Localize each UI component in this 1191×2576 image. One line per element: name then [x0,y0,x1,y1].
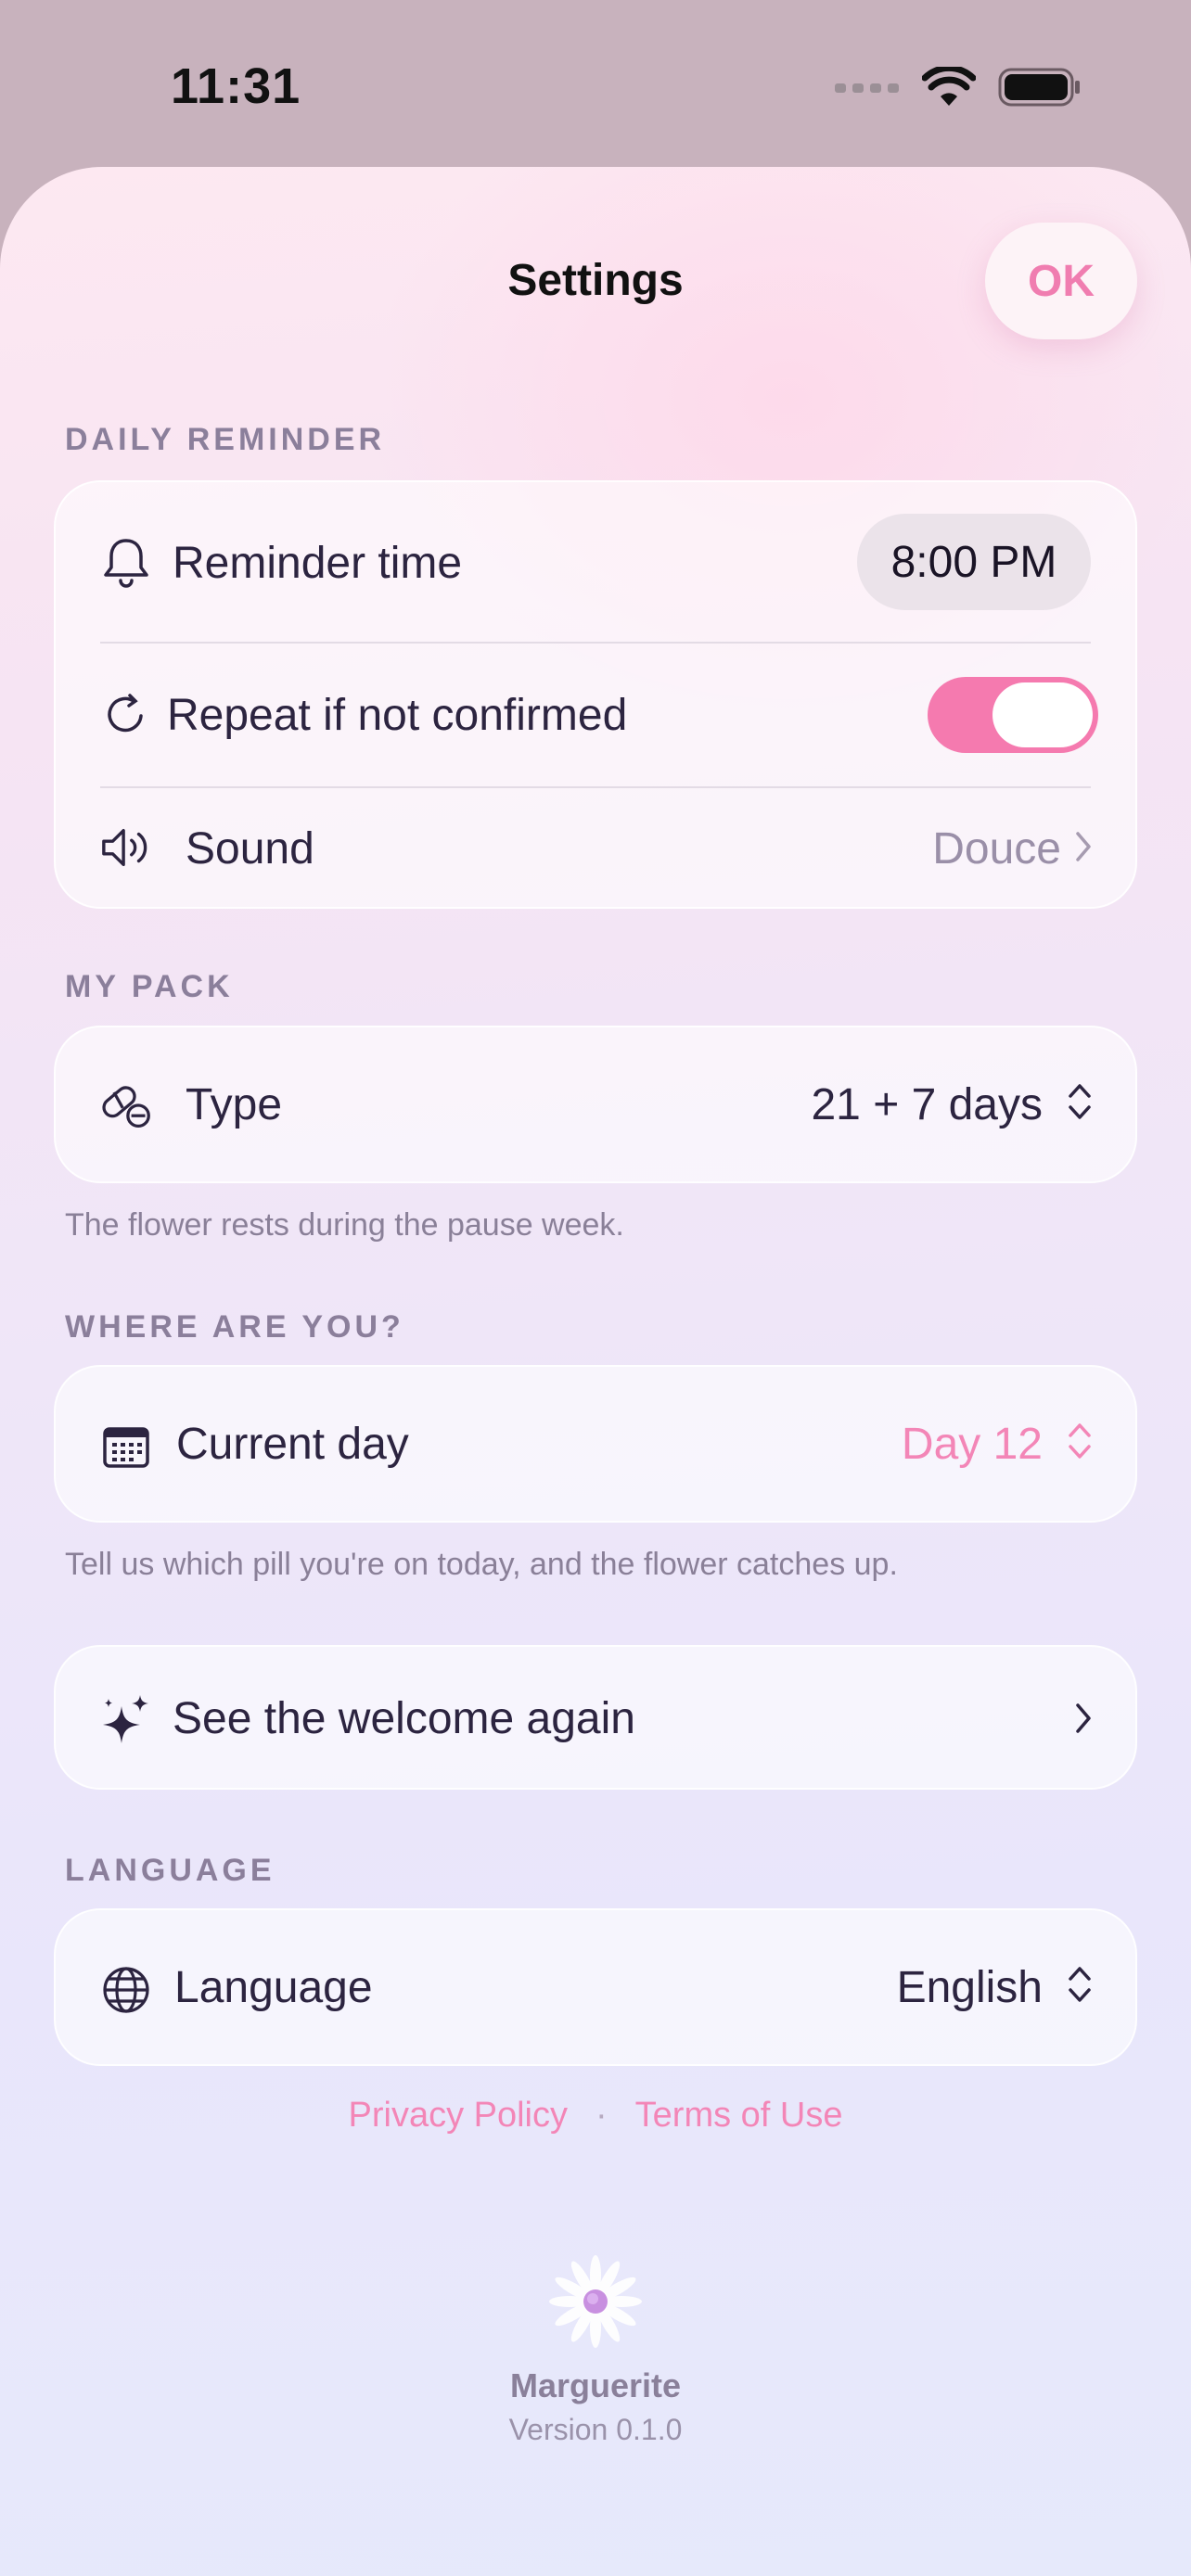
current-day-label: Current day [176,1420,409,1469]
cellular-signal-icon [835,78,900,101]
current-day-row[interactable]: Current day Day 12 [56,1367,1135,1524]
chevron-up-down-icon [1065,1962,1095,2007]
calendar-icon [100,1421,152,1473]
section-label-my-pack: MY PACK [65,969,234,1004]
section-label-daily-reminder: DAILY REMINDER [65,422,386,457]
chevron-up-down-icon [1065,1079,1095,1124]
see-welcome-again-row[interactable]: See the welcome again [56,1647,1135,1792]
toggle-knob [992,682,1093,747]
type-label: Type [186,1080,283,1129]
status-bar: 11:31 [0,0,1191,167]
see-welcome-again-label: See the welcome again [173,1694,635,1743]
privacy-policy-link[interactable]: Privacy Policy [349,2096,569,2135]
bell-icon [100,536,152,588]
sound-row[interactable]: Sound Douce [56,788,1135,909]
settings-sheet: Settings OK DAILY REMINDER Reminder time… [0,167,1191,2576]
type-value: 21 + 7 days [811,1080,1043,1129]
wifi-icon [921,64,977,112]
footer-links: Privacy Policy · Terms of Use [0,2096,1191,2136]
status-time: 11:31 [171,58,301,114]
reminder-time-picker[interactable]: 8:00 PM [857,514,1091,610]
battery-icon [998,67,1082,112]
app-version: Version 0.1.0 [508,2413,683,2446]
status-icons [835,64,1082,112]
section-label-where-are-you: WHERE ARE YOU? [65,1309,404,1345]
chevron-right-icon [1072,829,1095,864]
reminder-time-label: Reminder time [173,539,463,588]
where-are-you-card: Current day Day 12 [54,1365,1137,1523]
terms-of-use-link[interactable]: Terms of Use [635,2096,843,2135]
repeat-icon [100,688,152,740]
current-day-footnote: Tell us which pill you're on today, and … [65,1547,898,1582]
section-label-language: LANGUAGE [65,1853,275,1888]
language-card: Language English [54,1908,1137,2066]
pack-type-row[interactable]: Type 21 + 7 days [56,1027,1135,1185]
ok-button[interactable]: OK [985,223,1137,339]
speaker-icon [100,822,152,874]
globe-icon [100,1964,152,2016]
repeat-toggle[interactable] [928,677,1098,753]
sound-value: Douce [932,824,1061,874]
repeat-label: Repeat if not confirmed [167,691,628,740]
pack-footnote: The flower rests during the pause week. [65,1207,624,1243]
chevron-up-down-icon [1065,1419,1095,1463]
app-name: Marguerite [509,2366,682,2404]
welcome-card: See the welcome again [54,1645,1137,1790]
sound-label: Sound [186,824,314,874]
link-separator: · [596,2096,608,2135]
current-day-value: Day 12 [901,1420,1043,1469]
repeat-row: Repeat if not confirmed [56,644,1135,786]
my-pack-card: Type 21 + 7 days [54,1026,1137,1183]
sparkles-icon [100,1693,152,1745]
daily-reminder-card: Reminder time 8:00 PM Repeat if not conf… [54,480,1137,909]
language-label: Language [174,1963,373,2012]
language-value: English [896,1963,1043,2012]
daisy-logo-icon [549,2255,642,2348]
chevron-right-icon [1072,1701,1095,1736]
reminder-time-row[interactable]: Reminder time 8:00 PM [56,482,1135,642]
pill-icon [100,1079,152,1131]
language-row[interactable]: Language English [56,1910,1135,2068]
